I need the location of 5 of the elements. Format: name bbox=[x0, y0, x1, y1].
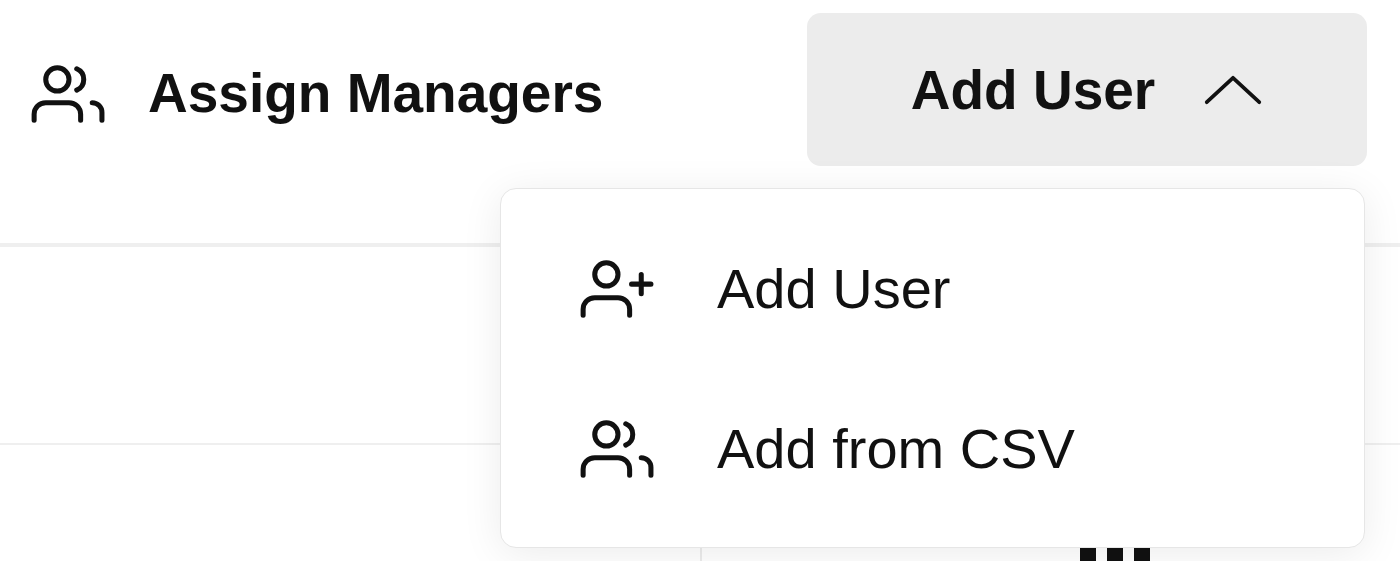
assign-managers-button[interactable]: Assign Managers bbox=[30, 58, 604, 128]
menu-item[interactable]: Add User bbox=[501, 208, 1364, 368]
menu-item[interactable]: Add from CSV bbox=[501, 368, 1364, 528]
caret-up-icon bbox=[1203, 74, 1264, 105]
add-user-button[interactable]: Add User bbox=[807, 13, 1367, 166]
